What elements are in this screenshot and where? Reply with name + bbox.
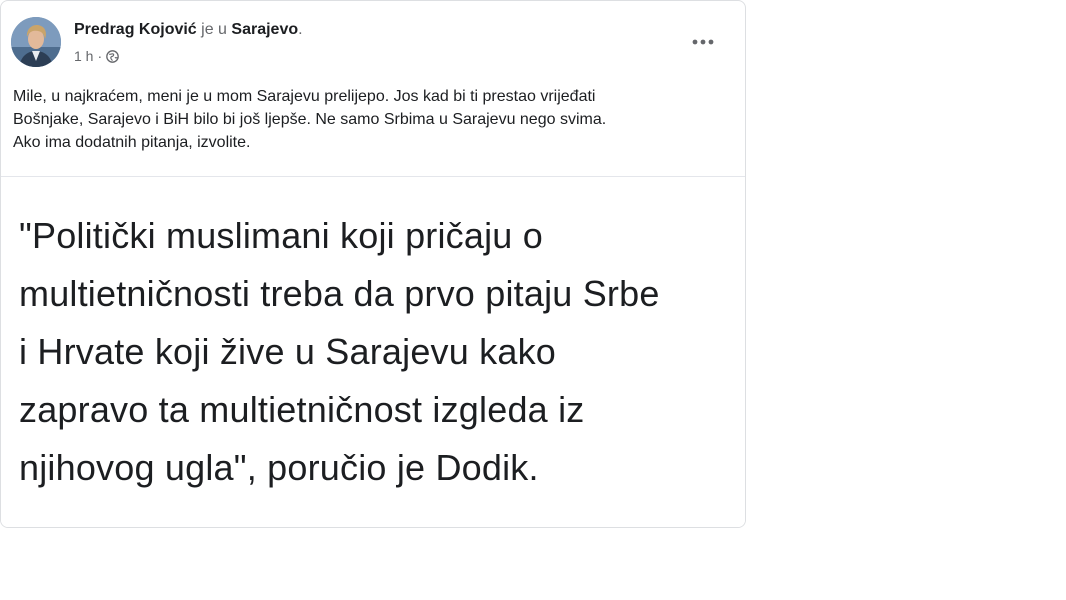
place-link[interactable]: Sarajevo — [231, 21, 298, 38]
quote-line: multietničnosti treba da prvo pitaju Srb… — [19, 273, 660, 314]
post-text-line: Mile, u najkraćem, meni je u mom Sarajev… — [13, 88, 596, 105]
more-horizontal-icon — [692, 32, 714, 50]
post-options-button[interactable] — [681, 25, 725, 57]
facebook-post-card: Predrag Kojović je u Sarajevo. 1 h · Mil… — [0, 0, 746, 528]
quote-line: i Hrvate koji žive u Sarajevu kako — [19, 331, 557, 372]
post-timestamp[interactable]: 1 h — [74, 48, 93, 64]
quote-line: zapravo ta multietničnost izgleda iz — [19, 389, 585, 430]
author-line: Predrag Kojović je u Sarajevo. — [74, 21, 303, 39]
connector-text: je u — [201, 21, 227, 38]
period-text: . — [298, 21, 303, 38]
quote-line: "Politički muslimani koji pričaju o — [19, 215, 543, 256]
post-meta: 1 h · — [74, 48, 119, 64]
post-text-line: Ako ima dodatnih pitanja, izvolite. — [13, 134, 251, 151]
quote-line: njihovog ugla", poručio je Dodik. — [19, 447, 539, 488]
author-avatar[interactable] — [11, 17, 61, 67]
post-header: Predrag Kojović je u Sarajevo. 1 h · — [1, 1, 745, 75]
shared-quote-image[interactable]: "Politički muslimani koji pričaju o mult… — [1, 177, 745, 527]
post-body-text: Mile, u najkraćem, meni je u mom Sarajev… — [13, 85, 733, 154]
globe-icon[interactable] — [106, 49, 119, 63]
post-text-line: Bošnjake, Sarajevo i BiH bilo bi još lje… — [13, 111, 607, 128]
meta-separator: · — [97, 48, 103, 64]
quote-text: "Politički muslimani koji pričaju o mult… — [19, 207, 719, 497]
author-name-link[interactable]: Predrag Kojović — [74, 21, 197, 38]
